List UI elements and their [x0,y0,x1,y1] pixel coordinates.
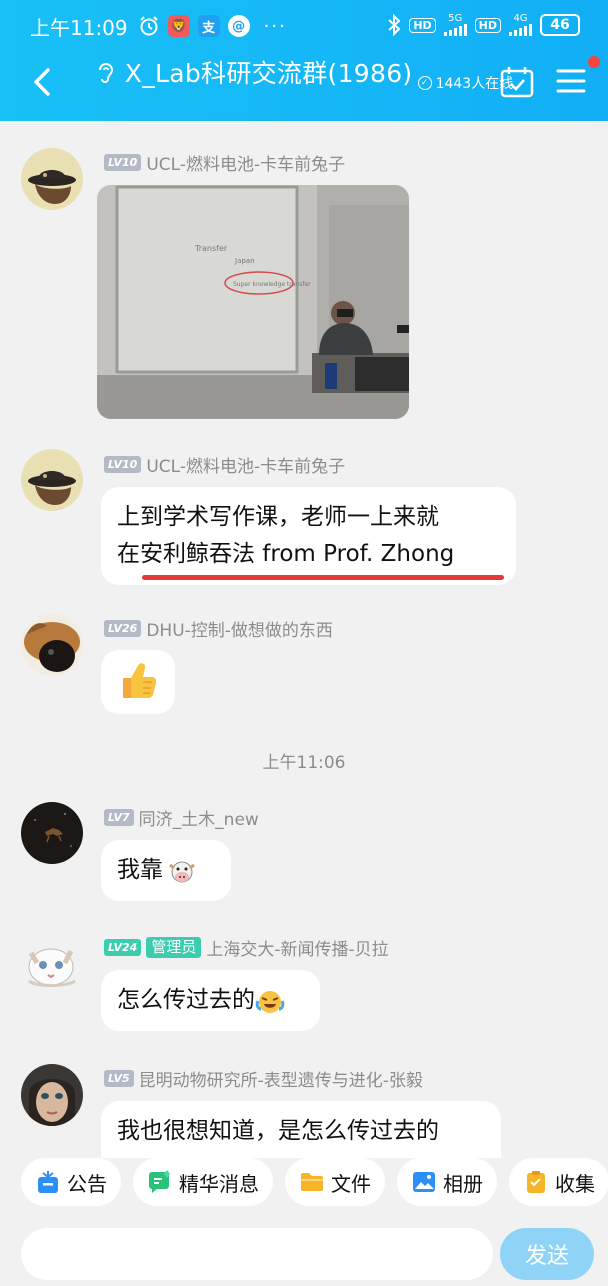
message-text: 我也很想知道，是怎么传过去的 [117,1118,439,1144]
photo-text-1: Transfer [194,244,228,253]
battery-indicator: 46 [540,14,580,36]
collect-button[interactable]: 收集 [509,1158,608,1206]
text-message[interactable]: 上到学术写作课，老师一上来就 在安利鲸吞法 from Prof. Zhong [101,487,516,585]
essence-icon [149,1170,170,1193]
avatar[interactable] [21,449,83,511]
online-check-icon: ✓ [417,76,432,90]
avatar[interactable] [21,933,83,995]
group-name: X_Lab科研交流群(1986) [124,59,413,88]
sender-name[interactable]: 同济_土木_new [139,805,259,830]
quick-actions-bar: 公告 精华消息 文件 相册 收集 [0,1158,608,1214]
signal-icon [443,24,467,36]
menu-icon[interactable] [556,66,586,96]
text-message[interactable]: 怎么传过去的 [101,970,320,1031]
sender-name[interactable]: DHU-控制-做想做的东西 [146,616,333,641]
text-message[interactable]: 我也很想知道，是怎么传过去的 [101,1101,501,1161]
status-bar: 上午11:09 🦁 支 @ ··· HD 5G HD 4G 46 [0,0,608,52]
red-underline-annotation [142,575,504,580]
hd-badge-1: HD [409,17,436,33]
notification-icons: 🦁 支 @ ··· [138,15,287,37]
more-notify-icon: ··· [263,15,287,37]
text-message[interactable]: 我靠 [101,840,231,901]
signal-icon-2 [509,24,532,36]
alarm-icon [139,16,158,36]
album-icon [413,1172,435,1192]
sender-name[interactable]: 上海交大-新闻传播-贝拉 [206,935,388,960]
network-label-5g: 5G [448,13,463,24]
files-button[interactable]: 文件 [285,1158,385,1206]
timestamp: 上午11:06 [262,753,346,773]
laugh-cry-emoji-icon [255,990,285,1013]
level-badge: LV24 [104,939,142,956]
sender-meta: LV7 同济_土木_new [104,805,259,830]
photo-text-3: Super knowledge transfer [233,281,311,288]
ear-icon [98,63,113,83]
album-label: 相册 [443,1171,483,1196]
photo-text-2: Japan [234,257,255,265]
avatar[interactable] [21,148,83,210]
group-title: X_Lab科研交流群(1986) [95,54,413,90]
collect-icon [527,1171,545,1193]
level-badge: LV10 [104,154,142,171]
calendar-icon[interactable] [500,66,534,98]
network-label-4g: 4G [513,13,528,24]
level-badge: LV5 [104,1070,134,1087]
level-badge: LV7 [104,809,134,826]
online-count: ✓ 1443人在线 [417,73,513,93]
cow-emoji-icon [169,861,195,882]
level-badge: LV26 [104,620,142,637]
avatar[interactable] [21,614,83,676]
files-label: 文件 [331,1171,371,1196]
level-badge: LV10 [104,456,142,473]
message-text: 我靠 [117,857,163,883]
sender-meta: LV5 昆明动物研究所-表型遗传与进化-张毅 [104,1066,423,1091]
sender-meta: LV26 DHU-控制-做想做的东西 [104,616,333,641]
avatar[interactable] [21,1064,83,1126]
message-line: 在安利鲸吞法 from Prof. Zhong [117,541,455,567]
status-right: HD 5G HD 4G 46 [387,14,580,36]
app-notify-icon: 🦁 [167,15,190,37]
essence-button[interactable]: 精华消息 [133,1158,273,1206]
send-button[interactable]: 发送 [500,1228,594,1280]
sender-name[interactable]: 昆明动物研究所-表型遗传与进化-张毅 [139,1066,423,1091]
essence-label: 精华消息 [179,1171,259,1196]
announcement-button[interactable]: 公告 [21,1158,121,1206]
avatar[interactable] [21,802,83,864]
message-input[interactable] [21,1228,493,1280]
message-line: 上到学术写作课，老师一上来就 [117,504,439,530]
alipay-icon: 支 [197,15,220,37]
admin-badge: 管理员 [146,937,202,958]
sender-meta: LV10 UCL-燃料电池-卡车前兔子 [104,150,345,175]
message-text: 怎么传过去的 [117,987,255,1013]
collect-label: 收集 [555,1171,595,1196]
sender-meta: LV24 管理员 上海交大-新闻传播-贝拉 [104,935,389,960]
emoji-message[interactable] [101,650,175,714]
at-icon: @ [227,15,250,37]
sender-name[interactable]: UCL-燃料电池-卡车前兔子 [146,150,345,175]
announcement-icon [38,1171,58,1193]
input-bar: 发送 [0,1214,608,1286]
sender-meta: LV10 UCL-燃料电池-卡车前兔子 [104,452,345,477]
hd-badge-2: HD [474,17,501,33]
album-button[interactable]: 相册 [397,1158,497,1206]
sender-name[interactable]: UCL-燃料电池-卡车前兔子 [146,452,345,477]
chat-header: 上午11:09 🦁 支 @ ··· HD 5G HD 4G 46 X_Lab科研… [0,0,608,121]
nav-bar: X_Lab科研交流群(1986) ✓ 1443人在线 [0,52,608,121]
status-time: 上午11:09 [30,15,128,40]
unread-dot [588,56,600,68]
announcement-label: 公告 [67,1171,107,1196]
image-message[interactable]: Transfer Japan Super knowledge transfer [97,185,409,419]
bluetooth-icon [388,14,401,36]
thumbs-up-icon [123,663,157,698]
folder-icon [301,1173,323,1191]
